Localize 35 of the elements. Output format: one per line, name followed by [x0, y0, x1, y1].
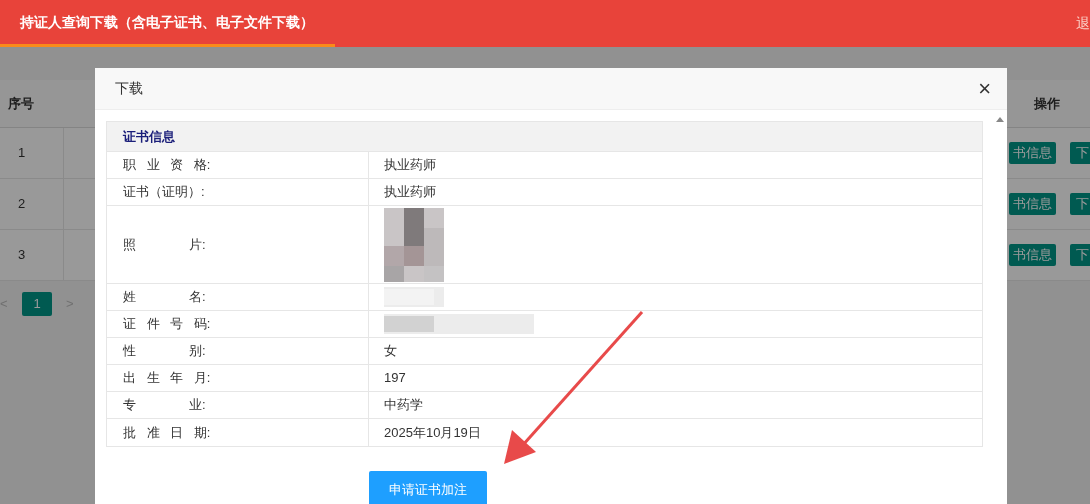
scroll-up-icon[interactable]	[995, 115, 1005, 123]
field-label: 照 片:	[123, 235, 206, 254]
next-page-button[interactable]: >	[66, 294, 74, 314]
field-label: 性 别:	[123, 342, 206, 361]
close-button[interactable]: ×	[978, 77, 991, 100]
field-label: 专 业:	[123, 396, 206, 415]
table-cell: 3	[0, 230, 64, 280]
field-value: 2025年10月19日	[384, 423, 481, 442]
download-button[interactable]: 下	[1070, 142, 1090, 164]
header-link[interactable]: 退	[1076, 13, 1090, 34]
apply-annotation-button[interactable]: 申请证书加注	[369, 471, 487, 504]
page-button[interactable]: 1	[22, 292, 52, 316]
table-cell: 2	[0, 179, 64, 229]
field-label: 证书（证明）:	[123, 183, 205, 202]
field-value: 女	[384, 342, 397, 361]
field-label: 职 业 资 格:	[123, 156, 211, 175]
field-value: 197	[384, 369, 406, 388]
prev-page-button[interactable]: <	[0, 294, 8, 314]
table-cell: 1	[0, 128, 64, 178]
field-value: 执业药师	[384, 156, 436, 175]
download-button[interactable]: 下	[1070, 244, 1090, 266]
field-label: 批 准 日 期:	[123, 423, 211, 442]
download-button[interactable]: 下	[1070, 193, 1090, 215]
info-button[interactable]: 书信息	[1009, 244, 1056, 266]
field-label: 出 生 年 月:	[123, 369, 211, 388]
info-button[interactable]: 书信息	[1009, 142, 1056, 164]
info-button[interactable]: 书信息	[1009, 193, 1056, 215]
section-title: 证书信息	[123, 127, 175, 146]
field-label: 姓 名:	[123, 288, 206, 307]
dialog-title: 下载	[115, 79, 143, 98]
field-label: 证 件 号 码:	[123, 315, 211, 334]
field-value: 中药学	[384, 396, 423, 415]
column-header: 操作	[1034, 94, 1061, 113]
field-value: 执业药师	[384, 183, 436, 202]
column-header: 序号	[7, 94, 34, 113]
